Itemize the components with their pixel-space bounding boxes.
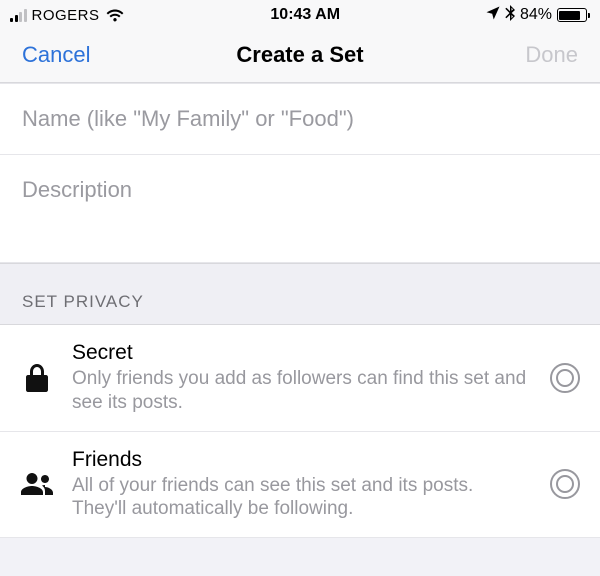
- form-fields: Name (like "My Family" or "Food") Descri…: [0, 83, 600, 263]
- privacy-section-header: SET PRIVACY: [0, 263, 600, 325]
- lock-icon: [20, 363, 54, 393]
- status-left: ROGERS: [10, 7, 125, 24]
- bluetooth-icon: [505, 5, 515, 26]
- signal-icon: [10, 8, 27, 22]
- page-title: Create a Set: [207, 42, 392, 68]
- privacy-option-friends[interactable]: Friends All of your friends can see this…: [0, 432, 600, 539]
- cancel-button[interactable]: Cancel: [22, 42, 207, 68]
- name-input[interactable]: Name (like "My Family" or "Food"): [0, 83, 600, 155]
- location-icon: [486, 6, 500, 25]
- privacy-text: Friends All of your friends can see this…: [72, 448, 532, 522]
- radio-button[interactable]: [550, 363, 580, 393]
- done-button[interactable]: Done: [393, 42, 578, 68]
- privacy-desc: Only friends you add as followers can fi…: [72, 367, 532, 415]
- privacy-desc: All of your friends can see this set and…: [72, 474, 532, 522]
- battery-percent: 84%: [520, 6, 552, 24]
- privacy-title: Secret: [72, 341, 532, 365]
- privacy-option-secret[interactable]: Secret Only friends you add as followers…: [0, 325, 600, 432]
- friends-icon: [20, 472, 54, 496]
- carrier-label: ROGERS: [32, 7, 100, 24]
- status-bar: ROGERS 10:43 AM 84%: [0, 0, 600, 28]
- status-right: 84%: [486, 5, 590, 26]
- nav-bar: Cancel Create a Set Done: [0, 28, 600, 83]
- clock: 10:43 AM: [270, 6, 340, 24]
- wifi-icon: [105, 8, 125, 22]
- privacy-text: Secret Only friends you add as followers…: [72, 341, 532, 415]
- radio-button[interactable]: [550, 469, 580, 499]
- privacy-title: Friends: [72, 448, 532, 472]
- description-input[interactable]: Description: [0, 155, 600, 263]
- battery-icon: [557, 8, 590, 22]
